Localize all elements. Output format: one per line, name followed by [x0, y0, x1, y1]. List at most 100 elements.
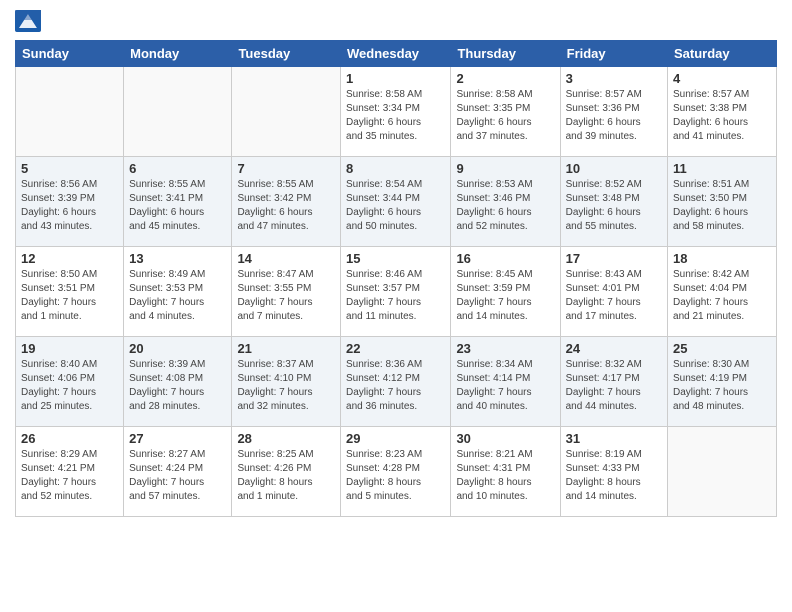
day-number: 12	[21, 251, 118, 266]
day-info: Sunrise: 8:57 AM Sunset: 3:36 PM Dayligh…	[566, 88, 662, 144]
day-number: 26	[21, 431, 118, 446]
calendar-cell: 10 Sunrise: 8:52 AM Sunset: 3:48 PM Dayli…	[560, 157, 667, 247]
day-number: 21	[237, 341, 335, 356]
day-info: Sunrise: 8:29 AM Sunset: 4:21 PM Dayligh…	[21, 448, 118, 504]
day-info: Sunrise: 8:58 AM Sunset: 3:34 PM Dayligh…	[346, 88, 445, 144]
calendar-cell: 1 Sunrise: 8:58 AM Sunset: 3:34 PM Daylig…	[341, 67, 451, 157]
day-number: 19	[21, 341, 118, 356]
calendar-week-row: 19Sunrise: 8:40 AM Sunset: 4:06 PM Dayli…	[16, 337, 777, 427]
calendar-week-row: 26 Sunrise: 8:29 AM Sunset: 4:21 PM Dayli…	[16, 427, 777, 517]
day-info: Sunrise: 8:23 AM Sunset: 4:28 PM Dayligh…	[346, 448, 445, 504]
day-info: Sunrise: 8:39 AM Sunset: 4:08 PM Dayligh…	[129, 358, 226, 414]
weekday-header-wednesday: Wednesday	[341, 41, 451, 67]
day-number: 6	[129, 161, 226, 176]
day-number: 29	[346, 431, 445, 446]
weekday-header-saturday: Saturday	[668, 41, 777, 67]
day-number: 15	[346, 251, 445, 266]
day-info: Sunrise: 8:32 AM Sunset: 4:17 PM Dayligh…	[566, 358, 662, 414]
day-info: Sunrise: 8:34 AM Sunset: 4:14 PM Dayligh…	[456, 358, 554, 414]
calendar-cell: 26 Sunrise: 8:29 AM Sunset: 4:21 PM Dayli…	[16, 427, 124, 517]
header	[15, 10, 777, 32]
calendar-cell: 27 Sunrise: 8:27 AM Sunset: 4:24 PM Dayli…	[124, 427, 232, 517]
calendar-cell: 12 Sunrise: 8:50 AM Sunset: 3:51 PM Dayli…	[16, 247, 124, 337]
calendar-cell: 6 Sunrise: 8:55 AM Sunset: 3:41 PM Daylig…	[124, 157, 232, 247]
calendar-week-row: 1 Sunrise: 8:58 AM Sunset: 3:34 PM Daylig…	[16, 67, 777, 157]
calendar-cell: 5Sunrise: 8:56 AM Sunset: 3:39 PM Daylig…	[16, 157, 124, 247]
day-number: 24	[566, 341, 662, 356]
calendar-cell: 19Sunrise: 8:40 AM Sunset: 4:06 PM Dayli…	[16, 337, 124, 427]
day-number: 11	[673, 161, 771, 176]
day-info: Sunrise: 8:30 AM Sunset: 4:19 PM Dayligh…	[673, 358, 771, 414]
day-info: Sunrise: 8:57 AM Sunset: 3:38 PM Dayligh…	[673, 88, 771, 144]
calendar-table: SundayMondayTuesdayWednesdayThursdayFrid…	[15, 40, 777, 517]
calendar-cell: 13Sunrise: 8:49 AM Sunset: 3:53 PM Dayli…	[124, 247, 232, 337]
day-info: Sunrise: 8:46 AM Sunset: 3:57 PM Dayligh…	[346, 268, 445, 324]
calendar-cell: 16Sunrise: 8:45 AM Sunset: 3:59 PM Dayli…	[451, 247, 560, 337]
day-info: Sunrise: 8:19 AM Sunset: 4:33 PM Dayligh…	[566, 448, 662, 504]
day-number: 22	[346, 341, 445, 356]
day-number: 2	[456, 71, 554, 86]
day-number: 30	[456, 431, 554, 446]
day-info: Sunrise: 8:52 AM Sunset: 3:48 PM Dayligh…	[566, 178, 662, 234]
day-info: Sunrise: 8:55 AM Sunset: 3:41 PM Dayligh…	[129, 178, 226, 234]
day-number: 1	[346, 71, 445, 86]
calendar-header-row: SundayMondayTuesdayWednesdayThursdayFrid…	[16, 41, 777, 67]
day-info: Sunrise: 8:56 AM Sunset: 3:39 PM Dayligh…	[21, 178, 118, 234]
calendar-cell: 15 Sunrise: 8:46 AM Sunset: 3:57 PM Dayli…	[341, 247, 451, 337]
logo-icon	[15, 10, 41, 32]
day-number: 25	[673, 341, 771, 356]
calendar-cell: 17 Sunrise: 8:43 AM Sunset: 4:01 PM Dayli…	[560, 247, 667, 337]
calendar-cell: 14 Sunrise: 8:47 AM Sunset: 3:55 PM Dayli…	[232, 247, 341, 337]
calendar-week-row: 12 Sunrise: 8:50 AM Sunset: 3:51 PM Dayli…	[16, 247, 777, 337]
calendar-cell: 2 Sunrise: 8:58 AM Sunset: 3:35 PM Daylig…	[451, 67, 560, 157]
weekday-header-thursday: Thursday	[451, 41, 560, 67]
day-number: 18	[673, 251, 771, 266]
calendar-cell: 21 Sunrise: 8:37 AM Sunset: 4:10 PM Dayli…	[232, 337, 341, 427]
day-info: Sunrise: 8:55 AM Sunset: 3:42 PM Dayligh…	[237, 178, 335, 234]
day-info: Sunrise: 8:43 AM Sunset: 4:01 PM Dayligh…	[566, 268, 662, 324]
day-number: 17	[566, 251, 662, 266]
calendar-cell: 8Sunrise: 8:54 AM Sunset: 3:44 PM Daylig…	[341, 157, 451, 247]
day-number: 16	[456, 251, 554, 266]
day-info: Sunrise: 8:36 AM Sunset: 4:12 PM Dayligh…	[346, 358, 445, 414]
day-info: Sunrise: 8:58 AM Sunset: 3:35 PM Dayligh…	[456, 88, 554, 144]
day-number: 27	[129, 431, 226, 446]
calendar-cell: 20 Sunrise: 8:39 AM Sunset: 4:08 PM Dayli…	[124, 337, 232, 427]
day-info: Sunrise: 8:42 AM Sunset: 4:04 PM Dayligh…	[673, 268, 771, 324]
day-info: Sunrise: 8:37 AM Sunset: 4:10 PM Dayligh…	[237, 358, 335, 414]
day-number: 14	[237, 251, 335, 266]
day-info: Sunrise: 8:21 AM Sunset: 4:31 PM Dayligh…	[456, 448, 554, 504]
day-info: Sunrise: 8:54 AM Sunset: 3:44 PM Dayligh…	[346, 178, 445, 234]
day-number: 28	[237, 431, 335, 446]
calendar-cell: 25 Sunrise: 8:30 AM Sunset: 4:19 PM Dayli…	[668, 337, 777, 427]
calendar-week-row: 5Sunrise: 8:56 AM Sunset: 3:39 PM Daylig…	[16, 157, 777, 247]
day-info: Sunrise: 8:53 AM Sunset: 3:46 PM Dayligh…	[456, 178, 554, 234]
day-number: 20	[129, 341, 226, 356]
day-number: 4	[673, 71, 771, 86]
day-info: Sunrise: 8:50 AM Sunset: 3:51 PM Dayligh…	[21, 268, 118, 324]
weekday-header-friday: Friday	[560, 41, 667, 67]
calendar-cell	[16, 67, 124, 157]
day-info: Sunrise: 8:25 AM Sunset: 4:26 PM Dayligh…	[237, 448, 335, 504]
day-info: Sunrise: 8:51 AM Sunset: 3:50 PM Dayligh…	[673, 178, 771, 234]
calendar-cell: 23 Sunrise: 8:34 AM Sunset: 4:14 PM Dayli…	[451, 337, 560, 427]
weekday-header-sunday: Sunday	[16, 41, 124, 67]
day-info: Sunrise: 8:27 AM Sunset: 4:24 PM Dayligh…	[129, 448, 226, 504]
day-info: Sunrise: 8:49 AM Sunset: 3:53 PM Dayligh…	[129, 268, 226, 324]
calendar-cell	[232, 67, 341, 157]
calendar-cell: 24 Sunrise: 8:32 AM Sunset: 4:17 PM Dayli…	[560, 337, 667, 427]
calendar-cell: 3Sunrise: 8:57 AM Sunset: 3:36 PM Daylig…	[560, 67, 667, 157]
calendar-cell: 7Sunrise: 8:55 AM Sunset: 3:42 PM Daylig…	[232, 157, 341, 247]
weekday-header-tuesday: Tuesday	[232, 41, 341, 67]
calendar-cell: 9Sunrise: 8:53 AM Sunset: 3:46 PM Daylig…	[451, 157, 560, 247]
calendar-cell	[668, 427, 777, 517]
day-info: Sunrise: 8:47 AM Sunset: 3:55 PM Dayligh…	[237, 268, 335, 324]
day-number: 23	[456, 341, 554, 356]
weekday-header-monday: Monday	[124, 41, 232, 67]
calendar-cell: 22 Sunrise: 8:36 AM Sunset: 4:12 PM Dayli…	[341, 337, 451, 427]
logo	[15, 10, 45, 32]
calendar-cell: 28 Sunrise: 8:25 AM Sunset: 4:26 PM Dayli…	[232, 427, 341, 517]
calendar-cell: 31Sunrise: 8:19 AM Sunset: 4:33 PM Dayli…	[560, 427, 667, 517]
calendar-cell: 18 Sunrise: 8:42 AM Sunset: 4:04 PM Dayli…	[668, 247, 777, 337]
day-number: 10	[566, 161, 662, 176]
